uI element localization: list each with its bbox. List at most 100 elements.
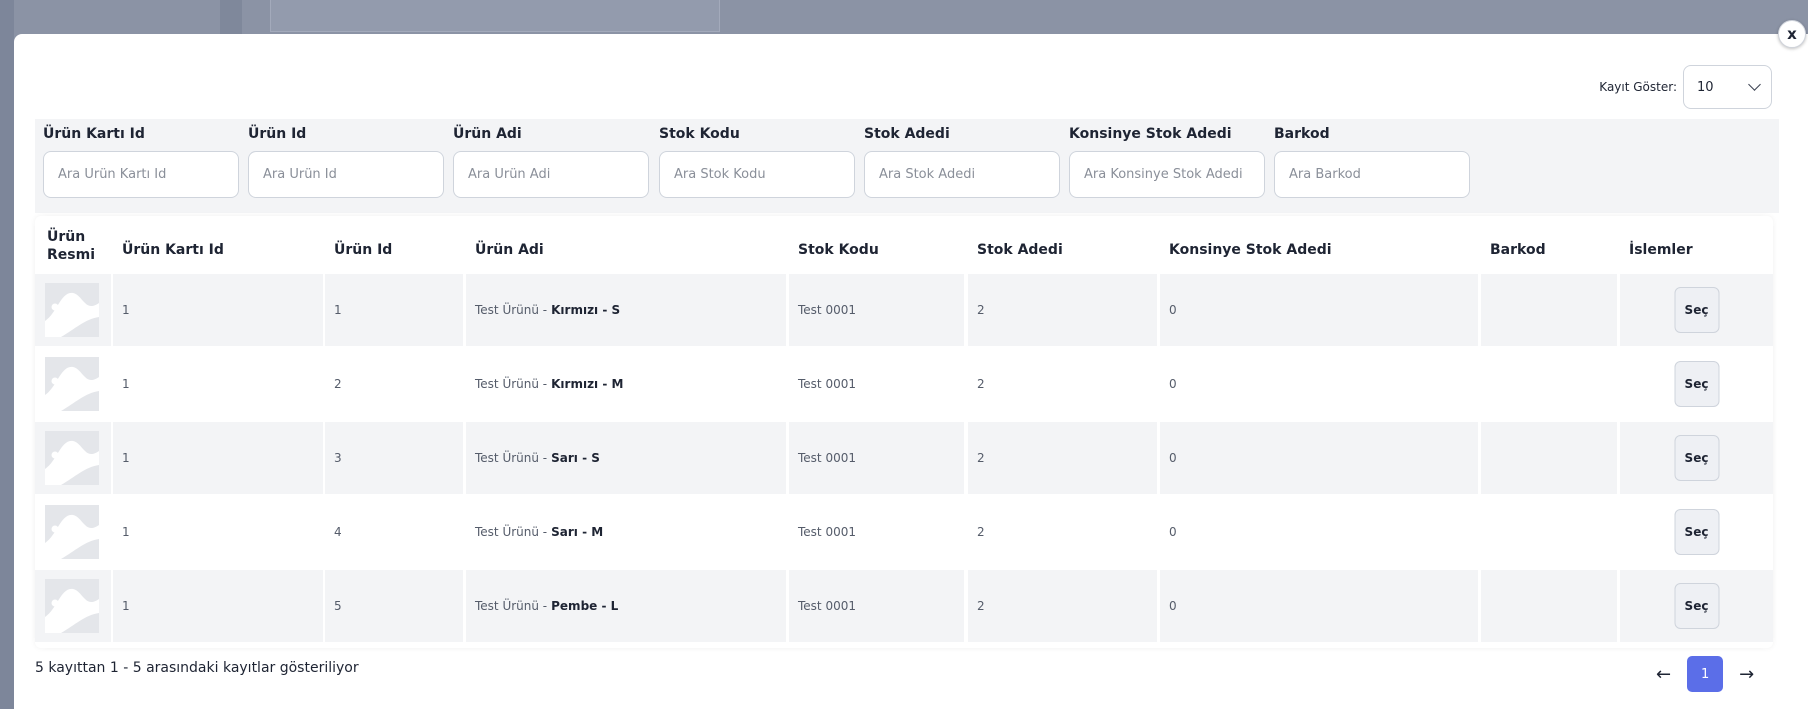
cell-card-id: 1 [113,570,323,642]
filter-stock-qty: Stok Adedi [864,126,1060,198]
header-image-line2: Resmi [47,247,95,263]
filter-label: Ürün Adi [453,126,522,142]
filter-product-name-input[interactable] [453,151,649,198]
cell-stock-qty: 2 [968,422,1157,494]
filter-stock-code: Stok Kodu [659,126,855,198]
background-divider [220,0,242,34]
product-variant: Pembe - L [551,599,619,613]
table-row: 1 3 Test Ürünü - Sarı - S Test 0001 2 0 Seç [35,422,1773,494]
product-name-prefix: Test Ürünü - [475,451,548,465]
cell-consign-qty: 0 [1160,496,1478,568]
product-name-prefix: Test Ürünü - [475,377,548,391]
filter-bar: Ürün Kartı Id Ürün Id Ürün Adi Stok Kodu… [35,119,1779,213]
pagination-page-button[interactable]: 1 [1687,656,1724,692]
cell-stock-code: Test 0001 [789,570,964,642]
cell-barcode [1481,496,1617,568]
cell-actions: Seç [1620,348,1773,420]
filter-product-id-input[interactable] [248,151,444,198]
product-variant: Sarı - S [551,451,600,465]
cell-barcode [1481,274,1617,346]
page-size-control: Kayıt Göster: 10 [1599,65,1772,109]
select-product-button[interactable]: Seç [1674,361,1719,407]
select-product-button[interactable]: Seç [1674,583,1719,629]
cell-image [35,348,111,420]
filter-stock-qty-input[interactable] [864,151,1060,198]
filter-label: Barkod [1274,126,1330,142]
cell-actions: Seç [1620,274,1773,346]
cell-actions: Seç [1620,570,1773,642]
cell-stock-qty: 2 [968,570,1157,642]
cell-product-name: Test Ürünü - Sarı - M [466,496,786,568]
cell-stock-code: Test 0001 [789,274,964,346]
header-barcode: Barkod [1490,242,1546,258]
filter-product-name: Ürün Adi [453,126,649,198]
cell-stock-code: Test 0001 [789,496,964,568]
filter-barcode-input[interactable] [1274,151,1470,198]
filter-label: Ürün Kartı Id [43,126,145,142]
cell-image [35,274,111,346]
header-actions: İslemler [1629,242,1693,258]
cell-actions: Seç [1620,496,1773,568]
table-row: 1 1 Test Ürünü - Kırmızı - S Test 0001 2 0 Seç [35,274,1773,346]
cell-stock-qty: 2 [968,348,1157,420]
records-summary: 5 kayıttan 1 - 5 arasındaki kayıtlar gös… [35,660,359,676]
header-stock-qty: Stok Adedi [977,242,1063,258]
product-select-modal: Kayıt Göster: 10 Ürün Kartı Id Ürün Id Ü… [14,34,1808,709]
cell-product-id: 2 [325,348,463,420]
cell-product-name: Test Ürünü - Pembe - L [466,570,786,642]
select-product-button[interactable]: Seç [1674,435,1719,481]
select-product-button[interactable]: Seç [1674,509,1719,555]
filter-stock-code-input[interactable] [659,151,855,198]
product-image-placeholder-icon [45,431,99,485]
product-image-placeholder-icon [45,283,99,337]
cell-card-id: 1 [113,348,323,420]
filter-label: Ürün Id [248,126,307,142]
header-image-line1: Ürün [47,229,86,245]
product-variant: Kırmızı - M [551,377,624,391]
filter-consign-qty: Konsinye Stok Adedi [1069,126,1265,198]
cell-product-name: Test Ürünü - Sarı - S [466,422,786,494]
header-card-id: Ürün Kartı Id [122,242,224,258]
cell-image [35,422,111,494]
filter-consign-qty-input[interactable] [1069,151,1265,198]
filter-card-id-input[interactable] [43,151,239,198]
background-panel [270,0,720,32]
product-variant: Sarı - M [551,525,604,539]
cell-barcode [1481,422,1617,494]
product-variant: Kırmızı - S [551,303,621,317]
cell-card-id: 1 [113,496,323,568]
cell-consign-qty: 0 [1160,348,1478,420]
table-row: 1 5 Test Ürünü - Pembe - L Test 0001 2 0 Seç [35,570,1773,642]
header-consign-qty: Konsinye Stok Adedi [1169,242,1332,258]
cell-product-name: Test Ürünü - Kırmızı - M [466,348,786,420]
cell-consign-qty: 0 [1160,570,1478,642]
pagination-next-button[interactable]: → [1739,664,1754,685]
pagination-prev-button[interactable]: ← [1656,664,1671,685]
cell-product-name: Test Ürünü - Kırmızı - S [466,274,786,346]
cell-barcode [1481,570,1617,642]
filter-label: Stok Kodu [659,126,740,142]
cell-stock-code: Test 0001 [789,348,964,420]
cell-consign-qty: 0 [1160,274,1478,346]
cell-stock-code: Test 0001 [789,422,964,494]
close-button[interactable]: x [1778,20,1806,48]
page-size-select[interactable]: 10 [1683,65,1772,109]
cell-product-id: 3 [325,422,463,494]
header-product-name: Ürün Adi [475,242,544,258]
cell-product-id: 1 [325,274,463,346]
product-image-placeholder-icon [45,505,99,559]
product-image-placeholder-icon [45,579,99,633]
product-name-prefix: Test Ürünü - [475,303,548,317]
pagination: ← 1 → [1656,656,1754,692]
cell-product-id: 5 [325,570,463,642]
table-row: 1 2 Test Ürünü - Kırmızı - M Test 0001 2 0 Seç [35,348,1773,420]
filter-label: Konsinye Stok Adedi [1069,126,1232,142]
cell-consign-qty: 0 [1160,422,1478,494]
background-sidebar [0,0,14,709]
cell-actions: Seç [1620,422,1773,494]
page-size-label: Kayıt Göster: [1599,80,1677,94]
select-product-button[interactable]: Seç [1674,287,1719,333]
filter-barcode: Barkod [1274,126,1470,198]
cell-stock-qty: 2 [968,274,1157,346]
header-stock-code: Stok Kodu [798,242,879,258]
